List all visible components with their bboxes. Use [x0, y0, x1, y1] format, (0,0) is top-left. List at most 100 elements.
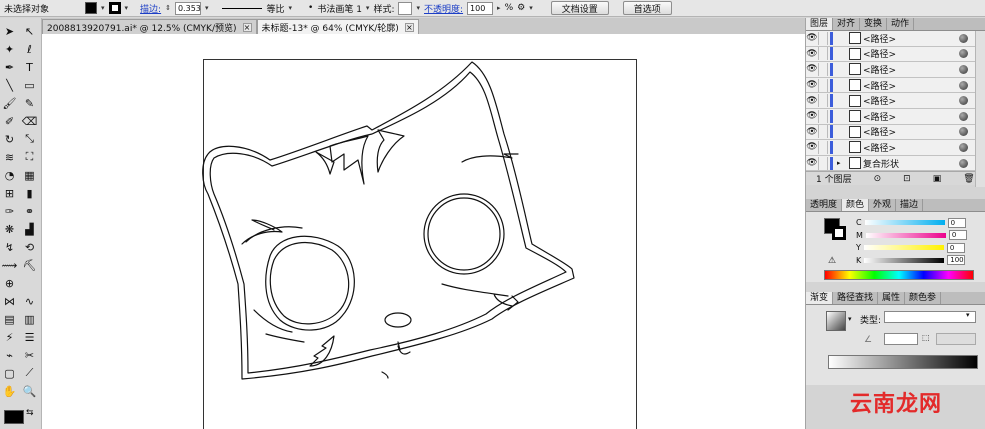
type-tool-icon[interactable]: T [21, 60, 38, 74]
live-paint-bucket-tool-icon[interactable]: ↯ [1, 240, 18, 254]
style-dropdown-icon[interactable]: ▾ [416, 4, 420, 12]
layers-scrollbar[interactable] [975, 31, 985, 187]
layer-name[interactable]: <路径> [863, 94, 959, 107]
lock-toggle[interactable] [818, 109, 828, 123]
tab-color-guide[interactable]: 颜色参 [905, 292, 942, 305]
layer-name[interactable]: <路径> [863, 125, 959, 138]
rect-frame-tool-icon[interactable]: ▢ [1, 366, 18, 380]
blend-tool-icon[interactable]: ⚭ [21, 204, 38, 218]
aspect-ratio-field[interactable] [936, 333, 976, 346]
paint-bucket-tool-icon[interactable]: ⌁ [1, 348, 18, 362]
swap-colors-icon[interactable]: ⇆ [26, 408, 34, 418]
style-swatch[interactable] [398, 1, 413, 15]
eye-icon[interactable]: 👁 [806, 111, 818, 121]
layer-name[interactable]: 复合形状 [863, 157, 959, 170]
mesh-tool-icon[interactable]: ⊞ [1, 186, 18, 200]
tab-attributes[interactable]: 属性 [878, 292, 906, 305]
canvas[interactable] [42, 34, 805, 429]
direct-selection-tool-icon[interactable]: ↖ [21, 24, 38, 38]
crystallize-tool-icon[interactable]: ⚡ [1, 330, 18, 344]
fill-color-box[interactable] [4, 410, 24, 424]
recolor-icon[interactable]: ⚙ [517, 3, 525, 13]
gradient-tool-icon[interactable]: ▮ [21, 186, 38, 200]
cyan-value[interactable]: 0 [947, 217, 966, 228]
brush-definition[interactable]: 书法画笔 1 [317, 2, 362, 15]
eye-icon[interactable]: 👁 [806, 158, 818, 168]
stroke-stepper-icon[interactable]: ⇕ [165, 4, 171, 12]
fill-dropdown-icon[interactable]: ▾ [101, 4, 105, 12]
tab-transparency[interactable]: 透明度 [806, 199, 843, 212]
eye-icon[interactable]: 👁 [806, 64, 818, 74]
rectangle-tool-icon[interactable]: ▭ [21, 78, 38, 92]
eye-icon[interactable]: 👁 [806, 96, 818, 106]
layer-row[interactable]: 👁 <路径> [806, 77, 976, 94]
envelope-tool-icon[interactable]: ⋈ [1, 294, 18, 308]
eye-icon[interactable]: 👁 [806, 142, 818, 152]
tab-align[interactable]: 对齐 [833, 18, 861, 30]
gradient-preview-swatch[interactable] [826, 311, 846, 332]
layer-row[interactable]: 👁 <路径> [806, 93, 976, 109]
profile-dropdown-icon[interactable]: ▾ [289, 4, 293, 12]
eye-icon[interactable]: 👁 [806, 33, 818, 43]
opacity-label[interactable]: 不透明度: [424, 2, 463, 15]
target-icon[interactable] [959, 33, 968, 43]
free-transform-tool-icon[interactable]: ⛶ [21, 150, 38, 164]
magic-wand-tool-icon[interactable]: ✦ [1, 42, 18, 56]
yellow-slider[interactable] [863, 245, 944, 251]
close-icon[interactable]: × [404, 22, 414, 32]
tab-actions[interactable]: 动作 [887, 18, 915, 30]
target-icon[interactable] [959, 80, 968, 90]
stroke-weight-field[interactable]: 0.353 [174, 1, 201, 15]
chevron-down-icon[interactable]: ▾ [966, 311, 970, 319]
layer-name[interactable]: <路径> [863, 32, 959, 45]
document-setup-button[interactable]: 文档设置 [550, 1, 609, 15]
cyan-slider[interactable] [864, 220, 945, 226]
locate-object-icon[interactable]: ⊙ [874, 174, 882, 184]
tab-pathfinder[interactable]: 路径查找 [833, 292, 879, 305]
black-value[interactable]: 100 [947, 255, 966, 266]
opacity-field[interactable]: 100 [467, 1, 494, 15]
lock-toggle[interactable] [818, 140, 828, 154]
profile-label[interactable]: 等比 [266, 2, 284, 15]
magenta-value[interactable]: 0 [948, 230, 967, 241]
rotate-tool-icon[interactable]: ↻ [1, 132, 18, 146]
layer-row[interactable]: 👁 <路径> [806, 124, 976, 141]
out-of-gamut-icon[interactable]: ⚠ [828, 256, 836, 266]
preferences-button[interactable]: 首选项 [622, 1, 672, 15]
recolor-dropdown-icon[interactable]: ▾ [529, 4, 533, 12]
line-tool-icon[interactable]: ╲ [1, 78, 18, 92]
shape-builder-tool-icon[interactable]: ◔ [1, 168, 18, 182]
list-tool-icon[interactable]: ☰ [21, 330, 38, 344]
new-layer-icon[interactable]: ▣ [933, 174, 942, 184]
pencil-tool-icon[interactable]: ✎ [21, 96, 38, 110]
tab-transform[interactable]: 变换 [860, 18, 888, 30]
scale-tool-icon[interactable]: ⤡ [21, 132, 38, 146]
gradient-dropdown-icon[interactable]: ▾ [848, 315, 852, 323]
target-icon[interactable] [959, 158, 968, 168]
pen-tool-icon[interactable]: ✒ [1, 60, 18, 74]
layer-name[interactable]: <路径> [863, 47, 959, 60]
layer-name[interactable]: <路径> [863, 79, 959, 92]
knife-tool-icon[interactable]: ⟋ [21, 366, 38, 380]
target-icon[interactable] [959, 127, 968, 137]
layer-name[interactable]: <路径> [863, 110, 959, 123]
zoom-tool-icon[interactable]: 🔍 [21, 384, 38, 398]
lock-toggle[interactable] [818, 78, 828, 92]
stroke-color-box[interactable] [832, 226, 846, 241]
stroke-weight-dropdown-icon[interactable]: ▾ [205, 4, 209, 12]
blob-brush-tool-icon[interactable]: ✐ [1, 114, 18, 128]
lock-toggle[interactable] [818, 31, 828, 45]
tab-appearance[interactable]: 外观 [869, 199, 897, 212]
gradient-slider[interactable] [828, 355, 978, 370]
layer-row[interactable]: 👁 <路径> [806, 140, 976, 156]
tab-gradient[interactable]: 渐变 [806, 292, 834, 305]
gradient-type-select[interactable] [884, 311, 976, 324]
hand-tool-icon[interactable]: ⊕ [1, 276, 18, 290]
lock-toggle[interactable] [818, 156, 828, 170]
opacity-arrow-icon[interactable]: ▸ [497, 4, 501, 12]
angle-field[interactable] [884, 333, 918, 346]
lasso-tool-icon[interactable]: ℓ [21, 42, 38, 56]
stroke-label[interactable]: 描边: [140, 2, 161, 15]
magenta-slider[interactable] [865, 232, 946, 238]
wave-tool-icon[interactable]: ∿ [21, 294, 38, 308]
